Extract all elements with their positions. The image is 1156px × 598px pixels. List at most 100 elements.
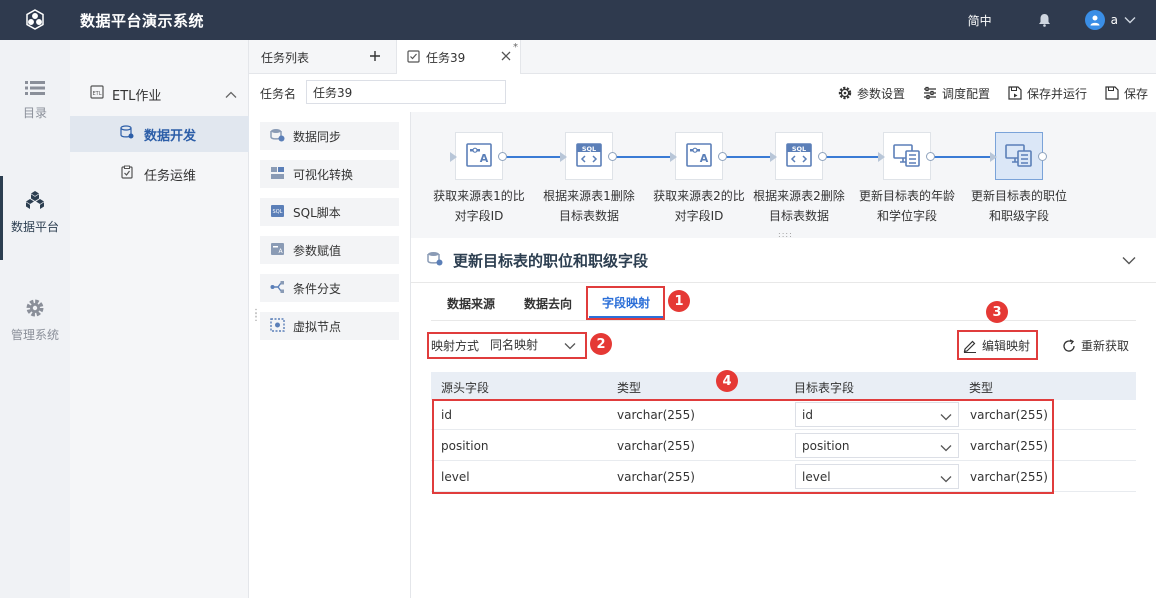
avatar <box>1084 10 1105 30</box>
palette-label: 虚拟节点 <box>293 319 342 334</box>
workflow-canvas[interactable]: A 获取来源表1的比 对字段ID SQL 根据来源表1删除 目标表数据 A 获取来源… <box>411 112 1156 238</box>
palette-item-sql-script[interactable]: SQL SQL脚本 <box>260 198 399 226</box>
rail-label: 目录 <box>22 106 47 120</box>
flow-node-3[interactable]: A <box>670 132 727 180</box>
annotation-badge-4: 4 <box>716 370 738 392</box>
rail-item-management[interactable]: 管理系统 <box>0 298 70 343</box>
chevron-up-icon[interactable] <box>225 88 237 103</box>
flow-edge <box>505 156 564 158</box>
node-output-port[interactable] <box>1038 152 1047 161</box>
tab-task-list[interactable]: 任务列表 <box>249 40 397 74</box>
details-header: 更新目标表的职位和职级字段 <box>411 238 1156 283</box>
svg-text:A: A <box>480 152 489 165</box>
bell-icon[interactable] <box>1038 13 1051 27</box>
param-assign-icon: A <box>685 142 713 171</box>
rail-item-data-platform[interactable]: 数据平台 <box>0 176 70 260</box>
annotation-badge-1: 1 <box>668 290 690 312</box>
save-and-run-label: 保存并运行 <box>1026 86 1087 101</box>
sliders-icon <box>923 86 937 100</box>
details-title: 更新目标表的职位和职级字段 <box>453 251 649 270</box>
app-logo-icon[interactable] <box>0 0 70 40</box>
flow-node-4[interactable]: SQL <box>770 132 827 180</box>
palette-item-data-sync[interactable]: 数据同步 <box>260 122 399 150</box>
sql-icon: SQL <box>785 142 813 171</box>
tab-task-39[interactable]: 任务39 * <box>397 40 521 75</box>
nav-group-etl[interactable]: ETL ETL作业 <box>70 80 249 108</box>
nav-item-task-ops[interactable]: 任务运维 <box>70 156 249 192</box>
mapping-table-header: 源头字段 类型 目标表字段 类型 <box>431 372 1136 400</box>
palette-item-visual-transform[interactable]: 可视化转换 <box>260 160 399 188</box>
rail-label: 管理系统 <box>10 328 59 342</box>
data-sync-icon <box>892 142 922 171</box>
node-input-port <box>560 152 567 162</box>
flow-edge <box>933 156 995 158</box>
data-sync-icon <box>1004 142 1034 171</box>
palette-item-param-assign[interactable]: A 参数赋值 <box>260 236 399 264</box>
rail-label: 数据平台 <box>10 220 59 234</box>
flow-node-1[interactable]: A <box>450 132 507 180</box>
close-icon[interactable] <box>500 50 512 65</box>
flow-node-label: 更新目标表的职位 和职级字段 <box>970 189 1067 223</box>
refresh-icon <box>1062 338 1076 353</box>
task-checkbox-icon <box>407 49 420 66</box>
param-assign-icon: A <box>465 142 493 171</box>
flow-node-label: 获取来源表1的比 对字段ID <box>433 189 525 223</box>
secondary-nav: ETL ETL作业 数据开发 任务运维 <box>70 40 249 598</box>
flow-node-label: 根据来源表1删除 目标表数据 <box>543 189 635 223</box>
rail-item-catalog[interactable]: 目录 <box>0 80 70 121</box>
palette-label: 数据同步 <box>293 129 342 144</box>
collapse-chevron-icon[interactable] <box>1122 254 1136 268</box>
save-button[interactable]: 保存 <box>1105 85 1148 102</box>
data-sync-icon <box>427 251 443 269</box>
palette-label: 参数赋值 <box>293 243 342 258</box>
palette-label: SQL脚本 <box>293 205 341 220</box>
node-input-port <box>878 152 885 162</box>
flow-edge <box>725 156 773 158</box>
save-run-icon <box>1008 86 1022 100</box>
annotation-badge-2: 2 <box>590 333 612 355</box>
save-and-run-button[interactable]: 保存并运行 <box>1008 85 1087 102</box>
tab-data-source[interactable]: 数据来源 <box>447 288 495 318</box>
visual-transform-icon <box>270 166 285 183</box>
annotation-box-3 <box>957 330 1038 360</box>
settings-icon <box>838 86 852 100</box>
gear-icon <box>0 298 70 318</box>
node-output-port[interactable] <box>718 152 727 161</box>
schedule-label: 调度配置 <box>941 86 990 101</box>
flow-node-5[interactable] <box>878 132 935 180</box>
node-output-port[interactable] <box>498 152 507 161</box>
col-target-field: 目标表字段 <box>794 381 855 395</box>
node-output-port[interactable] <box>818 152 827 161</box>
palette-item-condition-branch[interactable]: 条件分支 <box>260 274 399 302</box>
flow-node-2[interactable]: SQL <box>560 132 617 180</box>
task-name-input[interactable] <box>306 80 506 104</box>
params-label: 参数设置 <box>856 86 905 101</box>
task-header: 任务名 参数设置 调度配置 保存并运行 保存 <box>249 74 1156 112</box>
nav-item-label: 数据开发 <box>144 128 197 144</box>
left-rail: 目录 数据平台 管理系统 <box>0 40 70 598</box>
palette-item-virtual-node[interactable]: 虚拟节点 <box>260 312 399 340</box>
node-output-port[interactable] <box>608 152 617 161</box>
tab-task-list-label: 任务列表 <box>261 50 310 65</box>
tabs-divider <box>431 320 1136 321</box>
user-menu[interactable]: a <box>1084 10 1136 30</box>
etl-icon: ETL <box>90 85 104 103</box>
node-output-port[interactable] <box>926 152 935 161</box>
flow-node-6[interactable] <box>990 132 1047 180</box>
top-bar: 数据平台演示系统 简中 a <box>0 0 1156 40</box>
nav-item-label: 任务运维 <box>144 168 197 184</box>
node-input-port <box>990 152 997 162</box>
add-tab-icon[interactable] <box>368 49 382 66</box>
palette-resize-handle[interactable]: ⋮ ⋮ <box>251 309 261 323</box>
nav-item-data-dev[interactable]: 数据开发 <box>70 116 249 152</box>
schedule-button[interactable]: 调度配置 <box>923 85 990 102</box>
branch-icon <box>270 280 285 297</box>
language-switch[interactable]: 简中 <box>968 12 992 29</box>
params-button[interactable]: 参数设置 <box>838 85 905 102</box>
nav-group-label: ETL作业 <box>112 88 162 104</box>
tab-data-destination[interactable]: 数据去向 <box>524 288 572 318</box>
refetch-button[interactable]: 重新获取 <box>1062 337 1129 354</box>
node-input-port <box>450 152 457 162</box>
svg-text:A: A <box>700 152 709 165</box>
component-palette: 数据同步 可视化转换 SQL SQL脚本 A 参数赋值 条件分支 虚拟节点 <box>249 112 411 598</box>
